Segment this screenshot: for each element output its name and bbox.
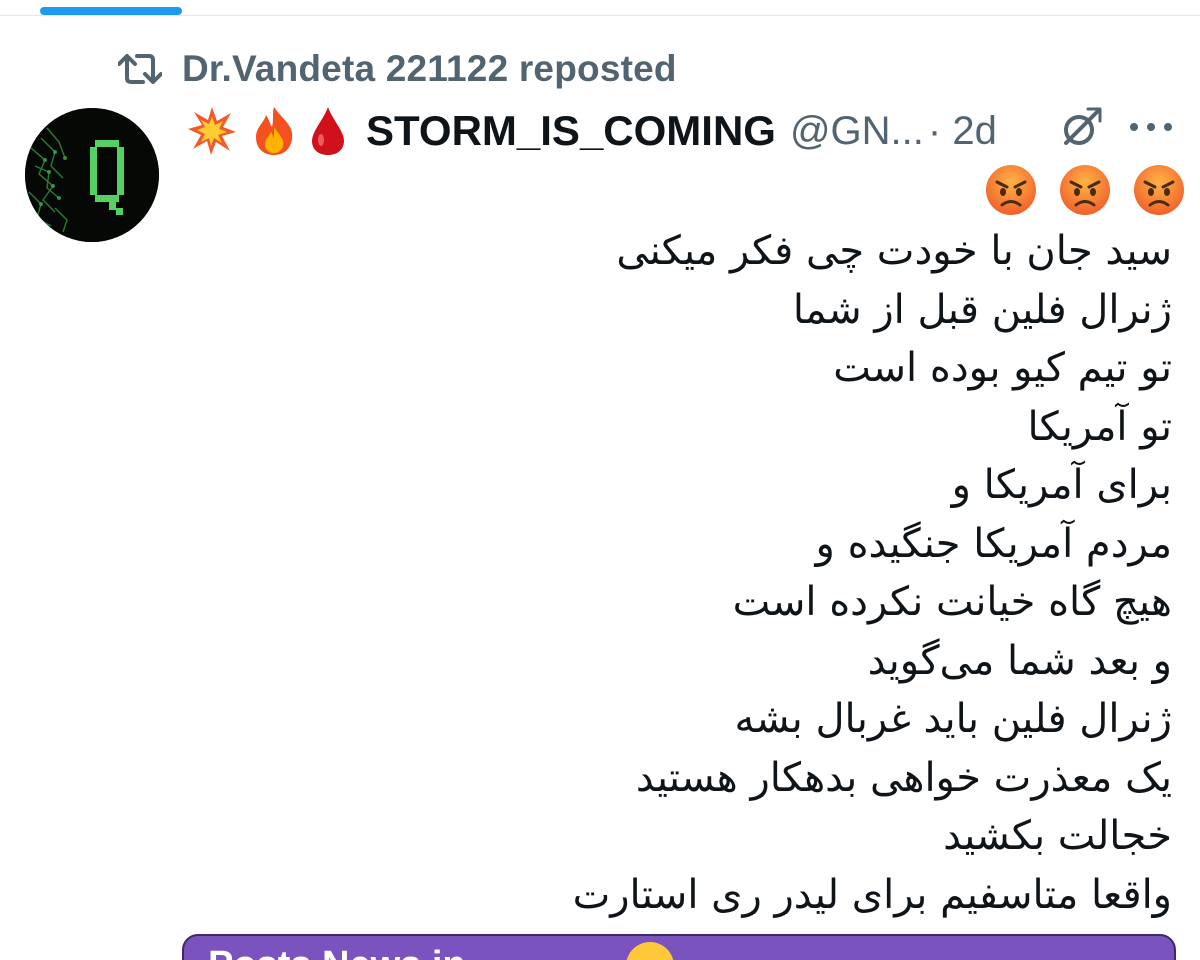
tweet-line: یک معذرت خواهی بدهکار هستید bbox=[635, 754, 1172, 801]
post-time[interactable]: · 2d bbox=[928, 109, 997, 154]
tweet-line: ژنرال فلین قبل از شما bbox=[792, 286, 1172, 333]
grok-icon[interactable] bbox=[1058, 105, 1104, 156]
tweet-line: واقعا متاسفیم برای لیدر ری استارت bbox=[572, 871, 1172, 918]
embedded-card[interactable]: Posts News in ... bbox=[182, 934, 1176, 960]
repost-icon bbox=[118, 50, 162, 88]
tweet-line: تو تیم کیو بوده است bbox=[833, 345, 1172, 391]
tweet-line: خجالت بکشید bbox=[943, 813, 1172, 859]
angry-emoji-row bbox=[985, 164, 1185, 216]
angry-face-emoji bbox=[1133, 164, 1185, 216]
tweet-line: هیچ گاه خیانت نکرده است bbox=[732, 579, 1172, 625]
repost-context[interactable]: Dr.Vandeta 221122 reposted bbox=[118, 44, 677, 94]
divider bbox=[0, 15, 1200, 16]
tweet-header: STORM_IS_COMING @GN... · 2d bbox=[186, 103, 1176, 159]
smiley-emoji bbox=[624, 940, 676, 960]
fire-emoji bbox=[252, 105, 296, 157]
author-name[interactable]: STORM_IS_COMING bbox=[366, 107, 776, 155]
tab-indicator bbox=[40, 7, 182, 15]
drop-of-blood-emoji bbox=[310, 105, 346, 157]
angry-face-emoji bbox=[1059, 164, 1111, 216]
repost-label[interactable]: Dr.Vandeta 221122 reposted bbox=[182, 48, 677, 90]
tweet-screen: Dr.Vandeta 221122 reposted STORM_IS_COMI… bbox=[0, 0, 1200, 960]
tweet-line: و بعد شما می‌گوید bbox=[867, 637, 1172, 684]
card-label[interactable]: Posts News in ... bbox=[208, 944, 508, 960]
tweet-line: سید جان با خودت چی فکر میکنی bbox=[616, 228, 1172, 274]
tweet-line: تو آمریکا bbox=[1027, 403, 1172, 450]
collision-emoji bbox=[186, 105, 238, 157]
tweet-line: برای آمریکا و bbox=[951, 462, 1172, 508]
more-icon[interactable] bbox=[1128, 120, 1174, 138]
angry-face-emoji bbox=[985, 164, 1037, 216]
tweet-line: ژنرال فلین باید غربال بشه bbox=[734, 696, 1172, 742]
tweet-text: سید جان با خودت چی فکر میکنی ژنرال فلین … bbox=[212, 222, 1172, 924]
tweet-line: مردم آمریکا جنگیده و bbox=[815, 520, 1172, 567]
author-handle[interactable]: @GN... bbox=[790, 109, 924, 154]
avatar[interactable] bbox=[25, 108, 159, 242]
